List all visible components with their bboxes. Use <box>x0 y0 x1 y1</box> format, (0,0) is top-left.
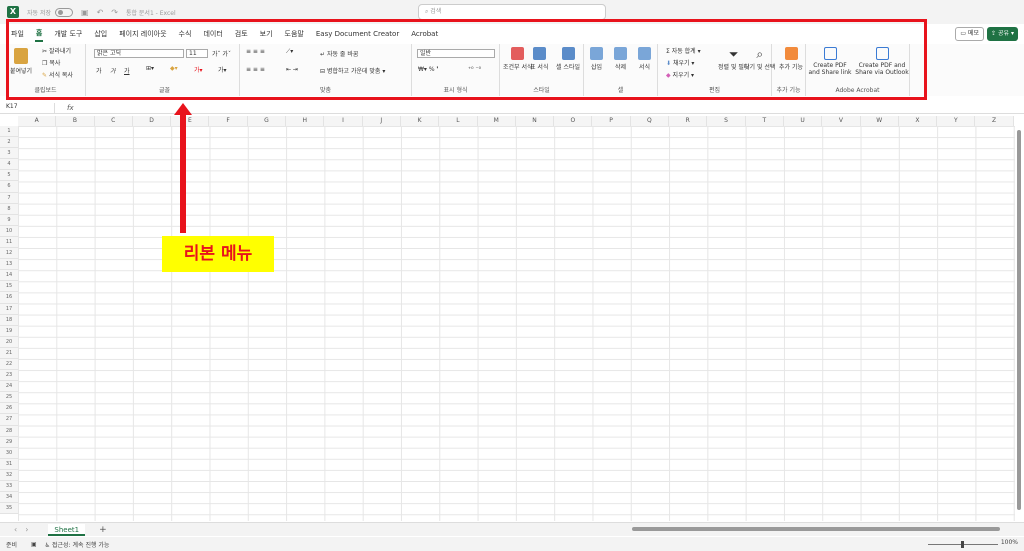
column-header[interactable]: I <box>324 116 363 126</box>
row-header[interactable]: 11 <box>0 236 18 249</box>
row-header[interactable]: 20 <box>0 336 18 348</box>
column-header[interactable]: B <box>56 116 95 126</box>
column-header[interactable]: W <box>860 116 899 126</box>
row-header[interactable]: 3 <box>0 148 18 160</box>
autosave-toggle[interactable] <box>55 7 73 17</box>
column-header[interactable]: H <box>286 116 325 126</box>
row-header[interactable]: 25 <box>0 392 18 404</box>
column-header[interactable]: E <box>171 116 210 126</box>
row-header[interactable]: 35 <box>0 503 18 515</box>
row-header[interactable]: 5 <box>0 170 18 182</box>
row-header[interactable]: 2 <box>0 137 18 149</box>
zoom-level[interactable]: 100% <box>1001 539 1018 546</box>
column-header[interactable]: A <box>18 116 57 126</box>
save-icon[interactable]: ▣ <box>81 8 89 17</box>
row-header[interactable]: 14 <box>0 270 18 282</box>
macro-record-icon[interactable]: ▣ <box>31 541 37 548</box>
row-header[interactable]: 9 <box>0 214 18 226</box>
row-header[interactable]: 33 <box>0 481 18 493</box>
share-button[interactable]: ⇪ 공유 ▾ <box>987 27 1018 41</box>
annotation-arrow <box>180 113 186 233</box>
memo-label: 메모 <box>967 30 979 37</box>
memo-button[interactable]: ▭ 메모 <box>955 27 984 41</box>
column-header[interactable]: S <box>707 116 746 126</box>
column-headers: A B C D E F G H I J K L M N O P Q R S T … <box>18 116 1014 126</box>
column-header[interactable]: U <box>783 116 823 126</box>
column-header[interactable]: N <box>515 116 555 126</box>
row-header[interactable]: 13 <box>0 259 18 271</box>
document-title: 통합 문서1 - Excel <box>125 9 176 17</box>
column-header[interactable]: R <box>669 116 708 126</box>
row-header[interactable]: 32 <box>0 469 18 481</box>
autosave-label: 자동 저장 <box>27 9 51 17</box>
status-ready: 준비 <box>6 541 18 549</box>
column-header[interactable]: F <box>209 116 248 126</box>
sheet-tab[interactable]: Sheet1 <box>48 523 86 536</box>
column-header[interactable]: Y <box>937 116 976 126</box>
fx-icon[interactable]: fx <box>67 104 74 112</box>
row-header[interactable]: 30 <box>0 447 18 459</box>
row-header[interactable]: 28 <box>0 425 18 437</box>
row-header[interactable]: 19 <box>0 325 18 337</box>
row-header[interactable]: 15 <box>0 281 18 293</box>
column-header[interactable]: T <box>745 116 784 126</box>
excel-logo-icon: X <box>7 6 19 18</box>
column-header[interactable]: G <box>247 116 287 126</box>
column-header[interactable]: L <box>439 116 478 126</box>
share-label: 공유 <box>998 30 1010 37</box>
column-header[interactable]: C <box>94 116 133 126</box>
row-header[interactable]: 4 <box>0 159 18 171</box>
prev-sheet-icon[interactable]: ‹ <box>14 525 17 534</box>
row-header[interactable]: 31 <box>0 458 18 470</box>
ribbon-highlight-box <box>6 19 927 100</box>
column-header[interactable]: Q <box>630 116 670 126</box>
column-header[interactable]: O <box>554 116 593 126</box>
cell-grid[interactable] <box>18 126 1015 521</box>
row-header[interactable]: 17 <box>0 303 18 315</box>
column-header[interactable]: K <box>400 116 440 126</box>
formula-bar: K17 fx <box>0 102 1024 114</box>
row-header[interactable]: 23 <box>0 370 18 382</box>
vertical-scroll-thumb[interactable] <box>1017 130 1021 510</box>
row-header[interactable]: 24 <box>0 381 18 393</box>
row-header[interactable]: 10 <box>0 225 18 237</box>
column-header[interactable]: V <box>822 116 861 126</box>
accessibility-label: 접근성: 계속 진행 가능 <box>52 541 110 549</box>
row-header[interactable]: 27 <box>0 414 18 426</box>
annotation-arrow-head <box>174 103 192 115</box>
row-header[interactable]: 18 <box>0 314 18 326</box>
column-header[interactable]: J <box>362 116 401 126</box>
row-header[interactable]: 16 <box>0 292 18 304</box>
horizontal-scrollbar[interactable] <box>632 527 1000 531</box>
name-box[interactable]: K17 <box>0 102 55 113</box>
row-header[interactable]: 34 <box>0 492 18 504</box>
undo-icon[interactable]: ↶ <box>97 8 104 17</box>
column-header[interactable]: X <box>898 116 938 126</box>
ribbon-menu-callout: 리본 메뉴 <box>162 236 274 272</box>
next-sheet-icon[interactable]: › <box>25 525 28 534</box>
row-header[interactable]: 12 <box>0 248 18 260</box>
column-header[interactable]: Z <box>975 116 1014 126</box>
worksheet: A B C D E F G H I J K L M N O P Q R S T … <box>0 116 1015 521</box>
search-input[interactable]: ⌕ 검색 <box>418 4 606 20</box>
row-headers: 1 2 3 4 5 6 7 8 9 10 11 12 13 14 15 16 17 18 19 20 21 22 23 24 2… <box>0 126 18 515</box>
row-header[interactable]: 21 <box>0 347 18 359</box>
column-header[interactable]: P <box>592 116 631 126</box>
row-header[interactable]: 26 <box>0 403 18 415</box>
row-header[interactable]: 29 <box>0 436 18 448</box>
zoom-slider-thumb[interactable] <box>961 541 964 548</box>
status-bar: 준비 ▣ ♿ 접근성: 계속 진행 가능 <box>0 537 1024 551</box>
row-header[interactable]: 8 <box>0 203 18 215</box>
column-header[interactable]: D <box>132 116 172 126</box>
search-placeholder: 검색 <box>430 8 442 15</box>
row-header[interactable]: 7 <box>0 192 18 204</box>
row-header[interactable]: 1 <box>0 126 18 138</box>
row-header[interactable]: 6 <box>0 181 18 193</box>
vertical-scrollbar[interactable] <box>1016 118 1022 523</box>
accessibility-status[interactable]: ♿ 접근성: 계속 진행 가능 <box>45 540 110 549</box>
redo-icon[interactable]: ↷ <box>111 8 118 17</box>
column-header[interactable]: M <box>477 116 516 126</box>
add-sheet-icon[interactable]: + <box>99 525 107 535</box>
row-header[interactable]: 22 <box>0 358 18 371</box>
